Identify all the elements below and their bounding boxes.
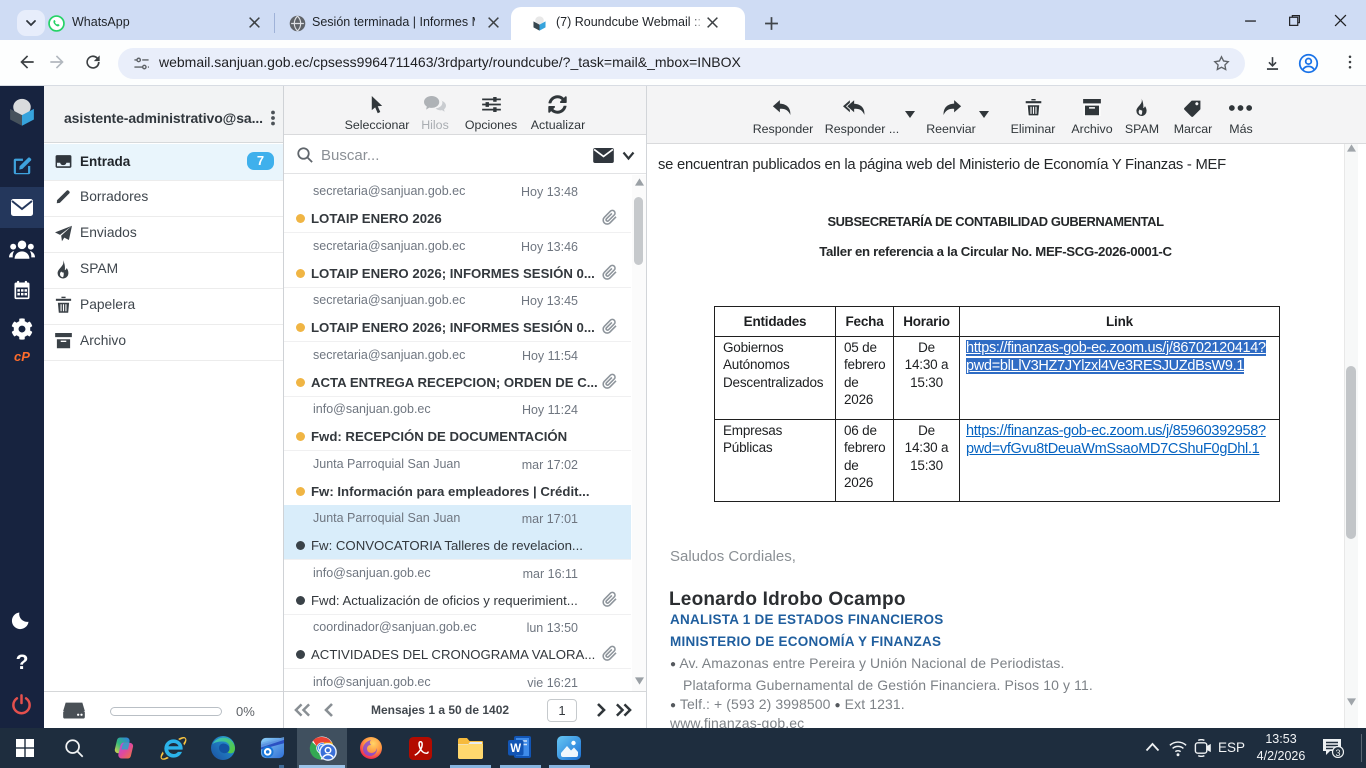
svg-text:W: W bbox=[510, 743, 521, 755]
svg-text:3: 3 bbox=[1335, 748, 1340, 758]
